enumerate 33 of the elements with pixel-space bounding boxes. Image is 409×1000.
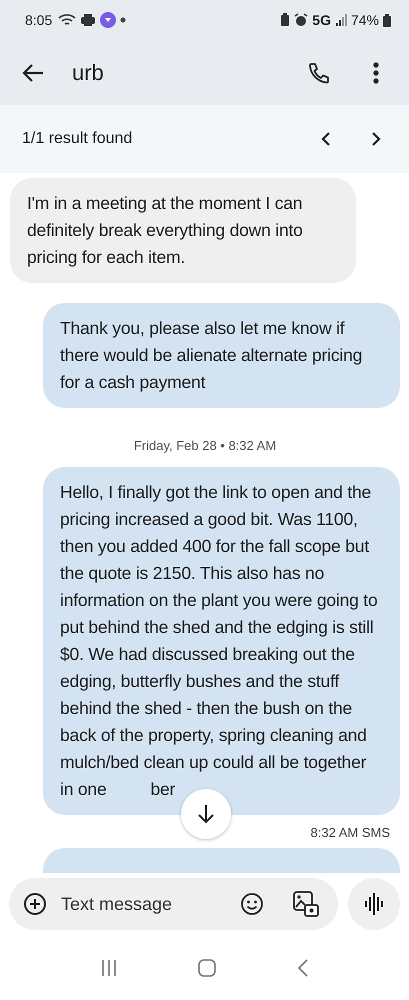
- more-options-icon[interactable]: [373, 62, 379, 84]
- outgoing-message: Hello, I finally got the link to open and the pricing increased a good bit. Was 1100, then you added 400 for the fall scope but the quote is 2150. This also has no information on the plant you were going to put behind the shed and the edging is still $0. We had discussed breaking out the edging, butterfly bushes and the stuff behind the shed - then the bush on the back of the property, spring cleaning and mulch/bed clean up could all be together in one ber: [43, 467, 400, 815]
- recent-apps-icon[interactable]: [100, 958, 118, 976]
- emoji-icon[interactable]: [240, 892, 264, 916]
- back-icon[interactable]: [296, 958, 309, 976]
- gallery-icon[interactable]: [292, 890, 320, 918]
- date-separator: Friday, Feb 28 • 8:32 AM: [132, 438, 278, 453]
- status-time: 8:05: [25, 12, 52, 28]
- message-timestamp: 8:32 AM SMS: [310, 825, 391, 840]
- phone-icon[interactable]: [307, 60, 331, 84]
- battery-saver-icon: [280, 13, 290, 27]
- down-arrow-icon: [197, 804, 215, 824]
- scroll-down-button[interactable]: [181, 789, 231, 839]
- previous-result-icon[interactable]: [321, 131, 331, 147]
- home-icon[interactable]: [198, 958, 216, 976]
- battery-icon: [383, 14, 391, 26]
- dot-icon: [120, 17, 126, 23]
- add-icon[interactable]: [23, 892, 47, 916]
- battery-level: 74%: [350, 12, 379, 28]
- outgoing-message: Thank you, please also let me know if there would be alienate alternate pricing for a cash payment: [43, 303, 400, 408]
- next-result-icon[interactable]: [371, 131, 381, 147]
- alarm-icon: [294, 13, 308, 27]
- wifi-icon: [58, 13, 76, 27]
- app-badge-icon: [100, 12, 116, 28]
- signal-icon: [334, 14, 347, 26]
- incoming-message: I'm in a meeting at the moment I can definitely break everything down into pricing for each item.: [10, 178, 356, 283]
- message-input[interactable]: Text message: [61, 894, 226, 914]
- printer-icon: [80, 13, 96, 27]
- waveform-icon: [364, 893, 384, 915]
- conversation-title: urb: [72, 60, 104, 86]
- back-arrow-icon[interactable]: [22, 62, 44, 82]
- network-type: 5G: [312, 12, 331, 28]
- search-result-count: 1/1 result found: [22, 130, 132, 148]
